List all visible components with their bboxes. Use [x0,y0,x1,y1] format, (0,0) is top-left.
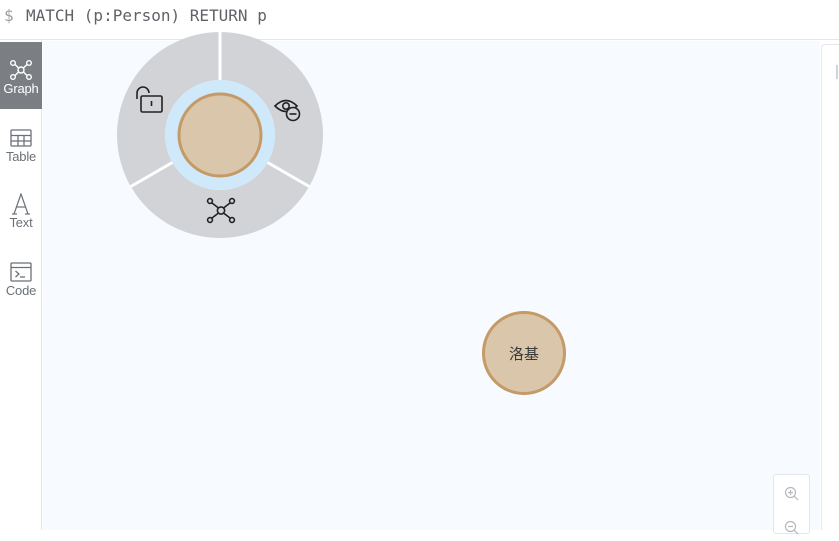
graph-node-label: 洛基 [508,344,539,363]
graph-node[interactable]: 洛基 [482,311,566,395]
inspector-panel[interactable] [821,44,839,530]
selected-node[interactable] [177,92,263,178]
zoom-in-button[interactable] [783,485,801,503]
zoom-in-icon [784,486,799,501]
zoom-out-icon [784,520,799,535]
panel-handle [836,65,838,79]
zoom-controls [773,474,810,537]
zoom-out-button[interactable] [783,519,801,537]
node-ring-menu [117,32,323,238]
